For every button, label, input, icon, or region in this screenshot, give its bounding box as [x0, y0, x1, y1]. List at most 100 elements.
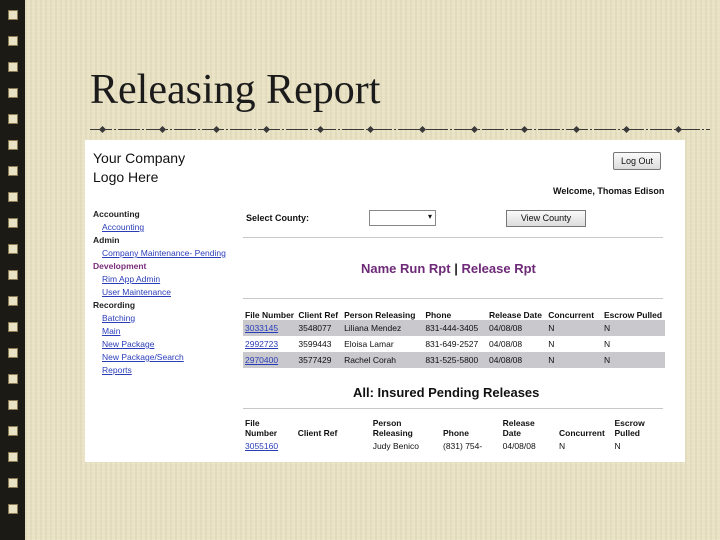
nav-link-new-package-search[interactable]: New Package/Search	[93, 351, 243, 364]
divider-dot	[572, 125, 581, 134]
table-cell: 04/08/08	[487, 352, 547, 368]
strip-hole	[8, 296, 18, 306]
pending-releases-title: All: Insured Pending Releases	[353, 385, 540, 400]
table-cell: 3548077	[296, 320, 343, 336]
strip-hole	[8, 400, 18, 410]
film-strip-border	[0, 0, 25, 540]
report-links: Name Run Rpt | Release Rpt	[361, 261, 536, 276]
app-screenshot: Your Company Logo Here Log Out Welcome, …	[85, 140, 685, 462]
nav-link-rim-app-admin[interactable]: Rim App Admin	[93, 273, 243, 286]
table-header-row: File Number Client Ref Person Releasing …	[243, 418, 665, 438]
nav-link-batching[interactable]: Batching	[93, 312, 243, 325]
strip-hole	[8, 218, 18, 228]
table-cell: 04/08/08	[502, 441, 536, 451]
county-select[interactable]: ▾	[369, 210, 436, 226]
divider-dot	[674, 125, 683, 134]
nav-section-admin: Admin	[93, 235, 120, 245]
table-row: 2992723 3599443 Eloisa Lamar 831-649-252…	[243, 336, 665, 352]
nav-link-reports[interactable]: Reports	[93, 364, 243, 377]
sidebar-nav: Accounting Accounting Admin Company Main…	[93, 208, 243, 377]
welcome-text: Welcome, Thomas Edison	[553, 186, 665, 196]
strip-hole	[8, 192, 18, 202]
slide-title: Releasing Report	[90, 67, 381, 113]
column-header: Release Date	[489, 310, 542, 320]
divider-dot	[316, 125, 325, 134]
strip-hole	[8, 36, 18, 46]
name-run-report-link[interactable]: Name Run Rpt	[361, 261, 451, 276]
divider	[243, 408, 663, 409]
table-row: 3033145 3548077 Liliana Mendez 831-444-3…	[243, 320, 665, 336]
table-cell: Judy Benico	[372, 441, 419, 451]
company-logo: Your Company Logo Here	[93, 149, 185, 187]
column-header: Escrow Pulled	[614, 418, 645, 438]
divider-dot	[262, 125, 271, 134]
table-cell: N	[601, 320, 665, 336]
strip-hole	[8, 140, 18, 150]
table-cell: N	[548, 339, 555, 349]
divider-dot	[366, 125, 375, 134]
strip-hole	[8, 62, 18, 72]
title-divider	[90, 125, 710, 134]
divider	[243, 237, 663, 238]
table-cell: 3599443	[298, 339, 332, 349]
table-cell: 3577429	[296, 352, 343, 368]
nav-link-main[interactable]: Main	[93, 325, 243, 338]
nav-link-accounting[interactable]: Accounting	[93, 221, 243, 234]
nav-section-accounting: Accounting	[93, 209, 140, 219]
nav-link-user-maintenance[interactable]: User Maintenance	[93, 286, 243, 299]
column-header: Client Ref	[298, 310, 339, 320]
divider-dot	[212, 125, 221, 134]
file-number-link[interactable]: 2970400	[243, 352, 297, 368]
column-header: File Number	[245, 418, 278, 438]
table-cell: N	[546, 352, 602, 368]
view-county-button[interactable]: View County	[506, 210, 586, 227]
table-cell: N	[614, 441, 621, 451]
logo-line: Your Company	[93, 150, 186, 166]
column-header: Escrow Pulled	[603, 310, 663, 320]
table-row: 2970400 3577429 Rachel Corah 831-525-580…	[243, 352, 665, 368]
strip-hole	[8, 244, 18, 254]
strip-hole	[8, 348, 18, 358]
strip-hole	[8, 10, 18, 20]
column-header: Concurrent	[548, 310, 595, 320]
table-cell: 831-649-2527	[425, 339, 479, 349]
column-header: Phone	[443, 428, 469, 438]
column-header: Person Releasing	[372, 418, 413, 438]
file-number-link[interactable]: 2992723	[243, 336, 296, 352]
table-cell: Liliana Mendez	[342, 320, 424, 336]
column-header: Concurrent	[558, 428, 605, 438]
divider-dot	[158, 125, 167, 134]
county-label: Select County:	[246, 213, 310, 223]
table-cell: 04/08/08	[487, 320, 547, 336]
divider-dot	[520, 125, 529, 134]
column-header: Release Date	[502, 418, 535, 438]
pending-table: File Number Client Ref Person Releasing …	[243, 418, 665, 454]
strip-hole	[8, 504, 18, 514]
table-cell: N	[603, 339, 611, 349]
divider-dot	[622, 125, 631, 134]
table-cell	[296, 438, 371, 454]
column-header: File Number	[245, 310, 295, 320]
nav-link-company-maintenance[interactable]: Company Maintenance- Pending	[93, 247, 243, 260]
table-cell: 04/08/08	[489, 339, 523, 349]
logo-line: Logo Here	[93, 169, 159, 185]
file-number-link[interactable]: 3033145	[243, 320, 297, 336]
table-cell: Eloisa Lamar	[344, 339, 394, 349]
nav-link-new-package[interactable]: New Package	[93, 338, 243, 351]
strip-hole	[8, 478, 18, 488]
table-cell: N	[546, 320, 602, 336]
table-cell: 831-525-5800	[423, 352, 488, 368]
strip-hole	[8, 270, 18, 280]
logout-button[interactable]: Log Out	[613, 152, 661, 170]
file-number-link[interactable]: 3055160	[243, 438, 296, 454]
table-cell: 831-444-3405	[423, 320, 488, 336]
divider-dot	[98, 125, 107, 134]
table-header-row: File Number Client Ref Person Releasing …	[243, 310, 665, 320]
dropdown-arrow-icon: ▾	[427, 212, 432, 221]
table-cell: (831) 754-	[443, 441, 483, 451]
strip-hole	[8, 426, 18, 436]
strip-hole	[8, 114, 18, 124]
table-cell: N	[558, 441, 566, 451]
table-row: 3055160 Judy Benico (831) 754- 04/08/08 …	[243, 438, 665, 454]
release-report-link[interactable]: Release Rpt	[461, 261, 535, 276]
